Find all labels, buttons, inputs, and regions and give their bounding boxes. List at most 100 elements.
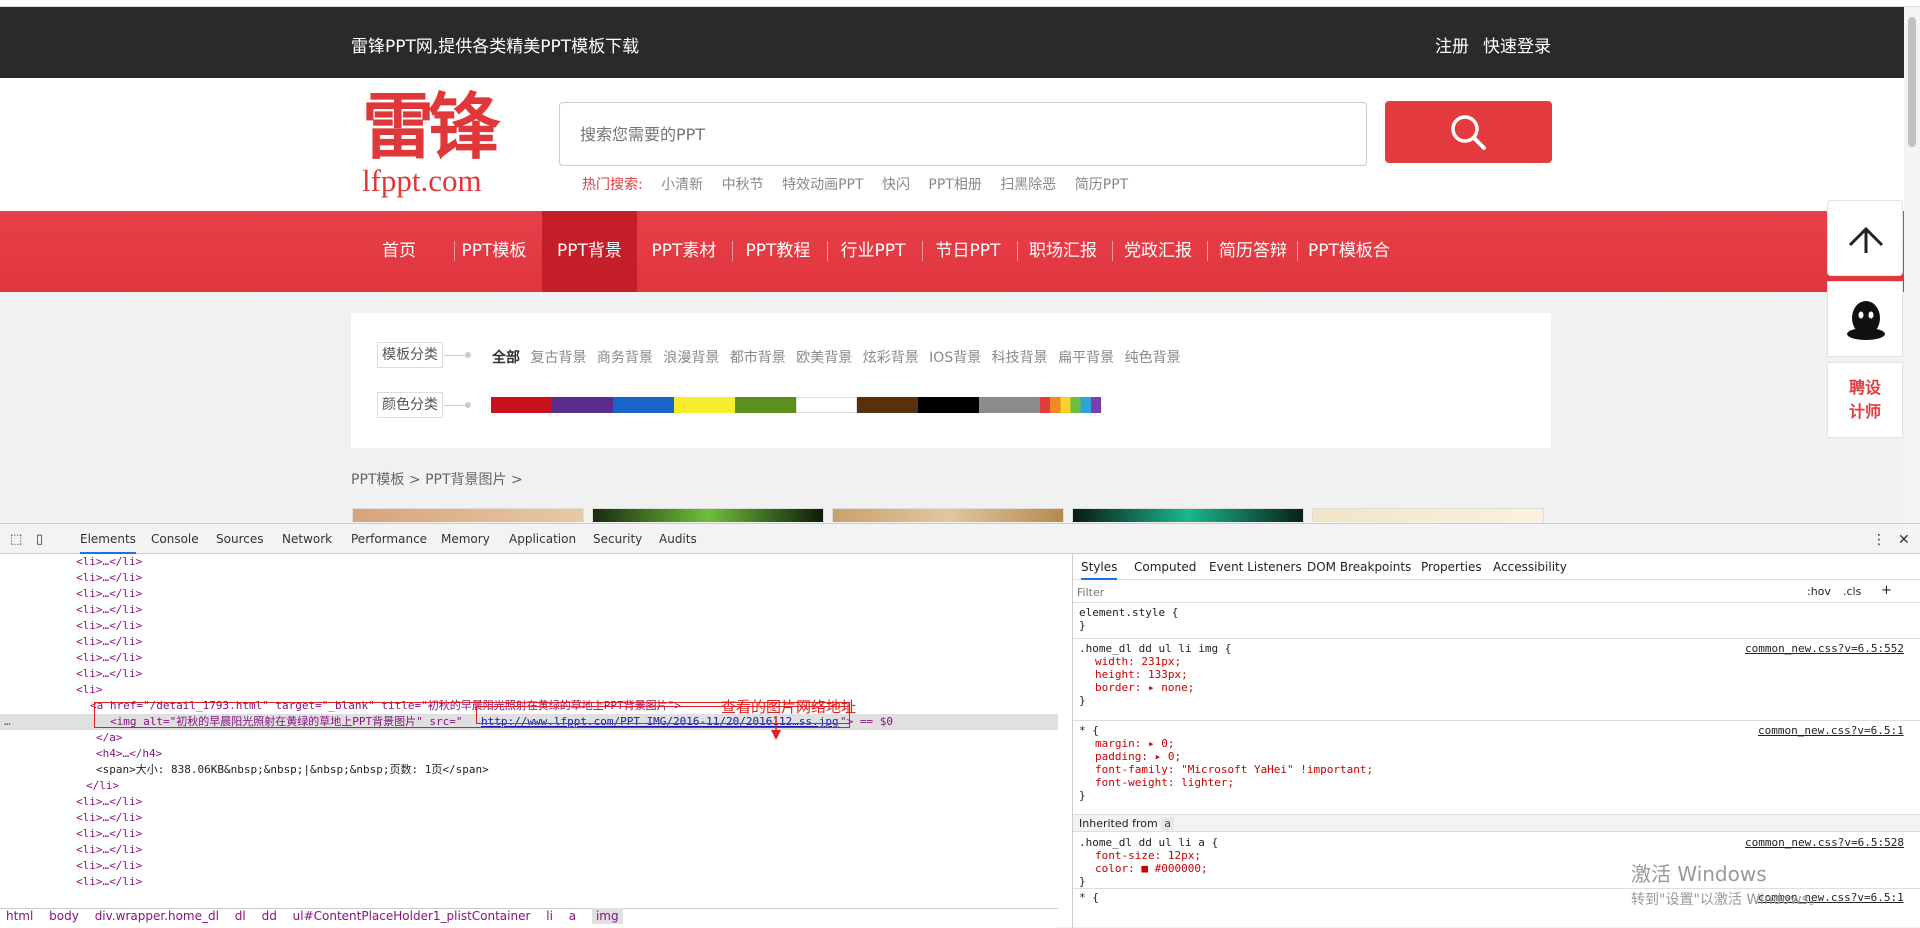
tab-application[interactable]: Application — [509, 532, 576, 546]
new-rule-icon[interactable]: + — [1881, 583, 1892, 598]
dom-node[interactable]: <li>…</li> — [76, 650, 142, 666]
dom-node[interactable]: <li>…</li> — [76, 810, 142, 826]
filter-item[interactable]: IOS背景 — [929, 350, 981, 366]
nav-ppt-material[interactable]: PPT素材 — [648, 211, 720, 292]
dom-node[interactable]: <li> — [76, 682, 103, 698]
filter-item[interactable]: 欧美背景 — [796, 350, 852, 366]
nav-ppt-tutorial[interactable]: PPT教程 — [742, 211, 814, 292]
breadcrumb-item[interactable]: div.wrapper.home_dl — [95, 909, 219, 923]
tab-event-listeners[interactable]: Event Listeners — [1209, 560, 1302, 574]
color-swatch[interactable] — [979, 397, 1040, 413]
hot-keyword[interactable]: 小清新 — [661, 177, 703, 193]
breadcrumb-item[interactable]: dd — [262, 909, 277, 923]
filter-item[interactable]: 商务背景 — [597, 350, 653, 366]
filter-item[interactable]: 浪漫背景 — [663, 350, 719, 366]
nav-party-report[interactable]: 党政汇报 — [1122, 211, 1194, 292]
hot-keyword[interactable]: PPT相册 — [928, 177, 981, 193]
dom-node[interactable]: <li>…</li> — [76, 666, 142, 682]
filter-item[interactable]: 都市背景 — [730, 350, 786, 366]
rule-property[interactable]: padding: ▸ 0; — [1079, 750, 1915, 763]
tab-audits[interactable]: Audits — [659, 532, 697, 546]
filter-item[interactable]: 扁平背景 — [1058, 350, 1114, 366]
more-options-icon[interactable]: ⋮ — [1872, 532, 1886, 548]
register-link[interactable]: 注册 — [1435, 32, 1469, 57]
rule-property[interactable]: font-family: "Microsoft YaHei" !importan… — [1079, 763, 1915, 776]
thumbnail[interactable] — [352, 508, 584, 522]
dom-node[interactable]: </li> — [86, 778, 119, 794]
filter-item[interactable]: 科技背景 — [992, 350, 1048, 366]
thumbnail[interactable] — [1312, 508, 1544, 522]
breadcrumb-item[interactable]: body — [49, 909, 79, 923]
hot-keyword[interactable]: 扫黑除恶 — [1000, 177, 1056, 193]
back-to-top-button[interactable] — [1827, 200, 1903, 276]
tab-accessibility[interactable]: Accessibility — [1493, 560, 1567, 574]
tab-console[interactable]: Console — [151, 532, 199, 546]
hire-designer-button[interactable]: 聘设 计师 — [1827, 362, 1903, 438]
breadcrumb-item[interactable]: ul#ContentPlaceHolder1_plistContainer — [293, 909, 531, 923]
tab-elements[interactable]: Elements — [80, 532, 136, 554]
rule-source-link[interactable]: common_new.css?v=6.5:1 — [1758, 724, 1904, 737]
dom-node[interactable]: <li>…</li> — [76, 586, 142, 602]
nav-ppt-template[interactable]: PPT模板 — [458, 211, 530, 292]
cls-toggle[interactable]: .cls — [1843, 585, 1861, 598]
styles-filter-input[interactable] — [1077, 583, 1793, 601]
nav-home[interactable]: 首页 — [375, 211, 423, 292]
breadcrumb-item-active[interactable]: img — [591, 908, 623, 924]
page-scrollbar[interactable] — [1904, 7, 1920, 523]
tab-network[interactable]: Network — [282, 532, 332, 546]
color-swatch[interactable] — [491, 397, 552, 413]
search-button[interactable] — [1385, 101, 1552, 163]
tab-dom-breakpoints[interactable]: DOM Breakpoints — [1307, 560, 1411, 574]
dom-node[interactable]: <li>…</li> — [76, 618, 142, 634]
color-swatch[interactable] — [857, 397, 918, 413]
color-swatch[interactable] — [613, 397, 674, 413]
dom-node[interactable]: <li>…</li> — [76, 826, 142, 842]
breadcrumb-item[interactable]: html — [6, 909, 33, 923]
tab-styles[interactable]: Styles — [1081, 560, 1118, 580]
search-input[interactable] — [559, 102, 1367, 166]
tab-computed[interactable]: Computed — [1134, 560, 1196, 574]
color-swatch-rainbow[interactable] — [1040, 397, 1101, 413]
tab-security[interactable]: Security — [593, 532, 642, 546]
dom-node[interactable]: <li>…</li> — [76, 602, 142, 618]
inherited-tag[interactable]: a — [1161, 817, 1174, 830]
hot-keyword[interactable]: 特效动画PPT — [782, 177, 863, 193]
rule-property[interactable]: height: 133px; — [1079, 668, 1915, 681]
device-toggle-icon[interactable]: ▯ — [36, 532, 43, 547]
color-swatch[interactable] — [796, 397, 857, 413]
hot-keyword[interactable]: 简历PPT — [1075, 177, 1128, 193]
dom-node[interactable]: <li>…</li> — [76, 570, 142, 586]
dom-node[interactable]: <li>…</li> — [76, 554, 142, 570]
dom-node[interactable]: </a> — [96, 730, 123, 746]
tab-sources[interactable]: Sources — [216, 532, 263, 546]
hov-toggle[interactable]: :hov — [1807, 585, 1831, 598]
rule-property[interactable]: width: 231px; — [1079, 655, 1915, 668]
nav-work-report[interactable]: 职场汇报 — [1027, 211, 1099, 292]
tab-memory[interactable]: Memory — [441, 532, 490, 546]
nav-industry-ppt[interactable]: 行业PPT — [837, 211, 909, 292]
qq-contact-button[interactable] — [1827, 281, 1903, 357]
close-icon[interactable]: ✕ — [1898, 532, 1910, 548]
dom-node-span[interactable]: <span>大小: 838.06KB&nbsp;&nbsp;|&nbsp;&nb… — [96, 762, 489, 778]
nav-ppt-collection[interactable]: PPT模板合集 — [1301, 211, 1397, 342]
nav-ppt-background[interactable]: PPT背景 — [542, 211, 637, 292]
breadcrumb-item[interactable]: a — [569, 909, 576, 923]
breadcrumb-item[interactable]: li — [546, 909, 553, 923]
dom-node[interactable]: <li>…</li> — [76, 858, 142, 874]
dom-node[interactable]: <li>…</li> — [76, 634, 142, 650]
tab-performance[interactable]: Performance — [351, 532, 427, 546]
site-logo[interactable]: 雷锋 lfppt.com — [362, 88, 512, 200]
scrollbar-thumb[interactable] — [1908, 17, 1916, 147]
rule-source-link[interactable]: common_new.css?v=6.5:528 — [1745, 836, 1904, 849]
rule-property[interactable]: border: ▸ none; — [1079, 681, 1915, 694]
inspect-element-icon[interactable]: ⬚ — [10, 532, 22, 547]
tab-properties[interactable]: Properties — [1421, 560, 1482, 574]
thumbnail[interactable] — [1072, 508, 1304, 522]
color-swatch[interactable] — [552, 397, 613, 413]
nav-resume-defense[interactable]: 简历答辩 — [1217, 211, 1289, 292]
nav-holiday-ppt[interactable]: 节日PPT — [932, 211, 1004, 292]
dom-node[interactable]: <h4>…</h4> — [96, 746, 162, 762]
rule-source-link[interactable]: common_new.css?v=6.5:552 — [1745, 642, 1904, 655]
color-swatch[interactable] — [918, 397, 979, 413]
color-swatch[interactable] — [674, 397, 735, 413]
